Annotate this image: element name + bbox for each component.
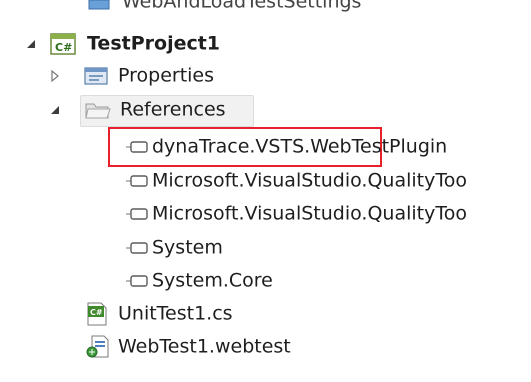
- collapsed-arrow-icon[interactable]: [48, 69, 62, 83]
- folder-icon: [85, 103, 111, 119]
- tree-item-reference[interactable]: Microsoft.VisualStudio.QualityToo: [0, 163, 531, 199]
- properties-icon: [84, 67, 108, 85]
- svg-text:C#: C#: [55, 41, 72, 54]
- tree-item-label: Microsoft.VisualStudio.QualityToo: [152, 169, 467, 192]
- tree-item-label: References: [120, 98, 226, 121]
- reference-icon: [126, 242, 148, 254]
- tree-item-reference[interactable]: System: [0, 230, 531, 266]
- tree-item-label: System.Core: [152, 269, 273, 292]
- tree-item-references[interactable]: References: [0, 92, 531, 128]
- tree-item-settings-partial[interactable]: WebAndLoadTestSettings: [0, 0, 531, 22]
- settings-file-icon: [88, 0, 110, 10]
- tree-item-label: Microsoft.VisualStudio.QualityToo: [152, 202, 467, 225]
- csharp-project-icon: C#: [50, 33, 76, 55]
- reference-icon: [126, 141, 148, 153]
- tree-item-file[interactable]: WebTest1.webtest: [0, 329, 531, 365]
- expanded-arrow-icon[interactable]: [48, 103, 62, 117]
- tree-item-label: dynaTrace.VSTS.WebTestPlugin: [152, 135, 448, 158]
- tree-item-file[interactable]: C# UnitTest1.cs: [0, 296, 531, 332]
- reference-icon: [126, 275, 148, 287]
- csharp-file-icon: C#: [87, 302, 107, 326]
- reference-icon: [126, 175, 148, 187]
- tree-item-label: System: [152, 236, 223, 259]
- svg-text:C#: C#: [90, 308, 103, 317]
- tree-item-reference[interactable]: dynaTrace.VSTS.WebTestPlugin: [0, 129, 531, 165]
- tree-item-label: UnitTest1.cs: [118, 302, 233, 325]
- tree-item-properties[interactable]: Properties: [0, 58, 531, 94]
- reference-icon: [126, 208, 148, 220]
- tree-item-project[interactable]: C# TestProject1: [0, 26, 531, 62]
- webtest-file-icon: [86, 335, 109, 358]
- tree-item-label: WebTest1.webtest: [118, 335, 291, 358]
- tree-item-reference[interactable]: Microsoft.VisualStudio.QualityToo: [0, 196, 531, 232]
- expanded-arrow-icon[interactable]: [24, 37, 38, 51]
- tree-item-reference[interactable]: System.Core: [0, 263, 531, 299]
- tree-item-label: WebAndLoadTestSettings: [122, 0, 362, 13]
- tree-item-label: TestProject1: [87, 32, 221, 55]
- tree-item-label: Properties: [118, 64, 215, 87]
